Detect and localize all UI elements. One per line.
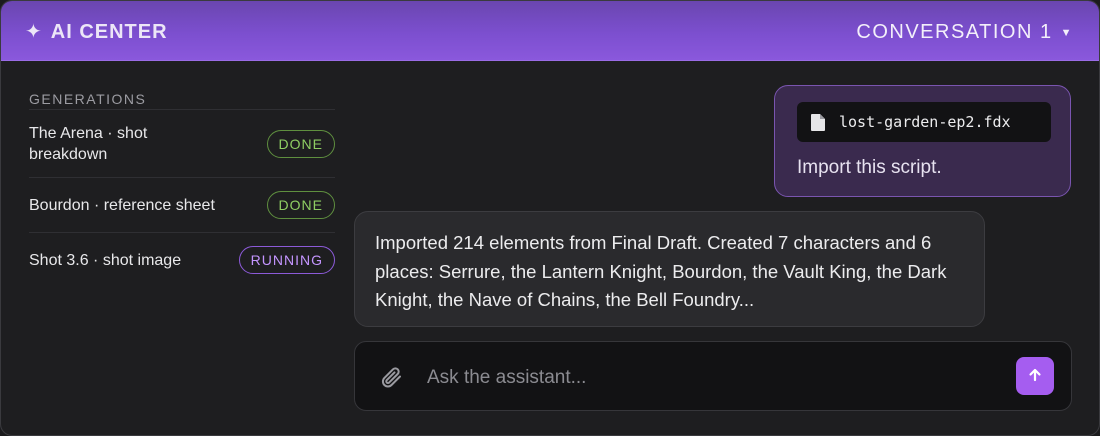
generation-item[interactable]: Bourdon · reference sheet DONE xyxy=(29,178,335,233)
generation-label: The Arena · shot breakdown xyxy=(29,124,148,163)
brand: ✦ AI CENTER xyxy=(25,19,168,45)
user-message-text: Import this script. xyxy=(797,157,942,178)
composer xyxy=(354,341,1072,411)
header-bar: ✦ AI CENTER CONVERSATION 1 ▼ xyxy=(1,1,1099,61)
conversation-selector[interactable]: CONVERSATION 1 ▼ xyxy=(856,19,1073,45)
status-badge: DONE xyxy=(266,129,335,158)
attachment-chip[interactable]: lost-garden-ep2.fdx xyxy=(797,102,1051,142)
generation-label: Bourdon · reference sheet xyxy=(29,196,215,214)
sparkle-icon: ✦ xyxy=(25,21,43,43)
arrow-up-icon xyxy=(1027,367,1043,386)
caret-down-icon: ▼ xyxy=(1060,27,1073,39)
assistant-input[interactable] xyxy=(425,362,989,394)
generation-item[interactable]: Shot 3.6 · shot image RUNNING xyxy=(29,233,335,287)
assistant-message: Imported 214 elements from Final Draft. … xyxy=(354,211,985,327)
sidebar-title: GENERATIONS xyxy=(29,89,335,110)
attachment-name: lost-garden-ep2.fdx xyxy=(839,113,1011,131)
conversation-label: CONVERSATION 1 xyxy=(856,20,1053,43)
assistant-message-text: Imported 214 elements from Final Draft. … xyxy=(375,232,947,310)
status-badge: DONE xyxy=(266,191,335,219)
user-message: lost-garden-ep2.fdx Import this script. xyxy=(774,85,1071,197)
file-icon xyxy=(811,113,825,131)
generation-label: Shot 3.6 · shot image xyxy=(29,251,182,269)
brand-label: AI CENTER xyxy=(50,20,168,43)
generation-item[interactable]: The Arena · shot breakdown DONE xyxy=(29,110,335,178)
send-button[interactable] xyxy=(1016,357,1054,395)
ai-center-window: ✦ AI CENTER CONVERSATION 1 ▼ GENERATIONS… xyxy=(0,0,1100,436)
paperclip-icon[interactable] xyxy=(379,365,403,394)
status-badge: RUNNING xyxy=(238,246,335,274)
generations-sidebar: GENERATIONS The Arena · shot breakdown D… xyxy=(29,89,335,287)
